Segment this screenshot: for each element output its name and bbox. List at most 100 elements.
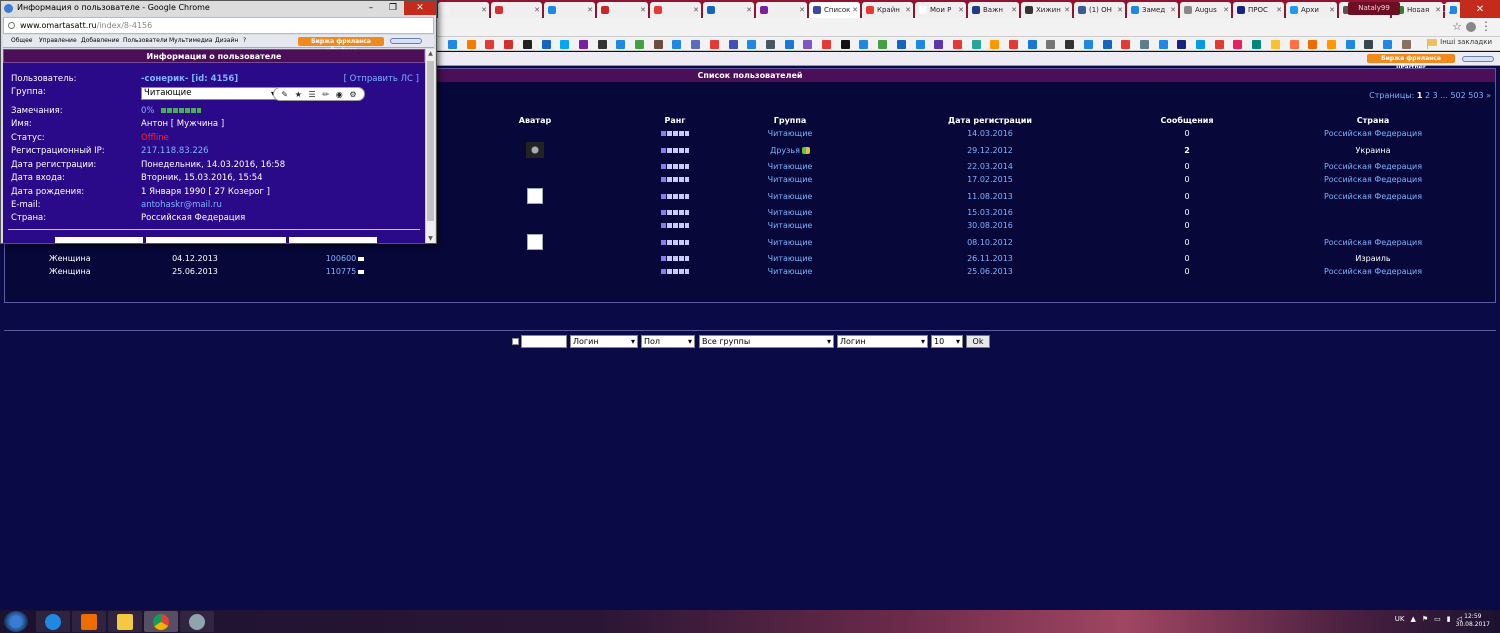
browser-tab[interactable]: Хижин ✕ xyxy=(1021,2,1072,18)
popup-menu-item[interactable]: Общее xyxy=(11,37,32,44)
tab-close-icon[interactable]: ✕ xyxy=(850,6,860,14)
browser-tab[interactable]: ✕ xyxy=(491,2,542,18)
bookmark-icon[interactable] xyxy=(578,40,588,49)
filter-gender-select[interactable]: Пол xyxy=(641,335,695,348)
filter-count-select[interactable]: 10 xyxy=(931,335,963,348)
network-icon[interactable]: ▮ xyxy=(1447,615,1451,623)
avatar[interactable] xyxy=(527,234,543,250)
popup-menu-item[interactable]: Дизайн xyxy=(215,37,238,44)
browser-tab[interactable]: ПРОС ✕ xyxy=(1233,2,1284,18)
col-avatar[interactable]: Аватар xyxy=(445,114,625,126)
bookmark-icon[interactable] xyxy=(1139,40,1149,49)
user-number-link[interactable]: 110775 xyxy=(326,267,357,276)
bookmark-icon[interactable] xyxy=(1046,40,1056,49)
popup-action-button[interactable] xyxy=(55,237,143,243)
filter-checkbox[interactable] xyxy=(512,338,519,345)
bookmark-icon[interactable] xyxy=(896,40,906,49)
tab-close-icon[interactable]: ✕ xyxy=(585,6,595,14)
browser-tab[interactable]: Архи ✕ xyxy=(1286,2,1337,18)
chrome-app[interactable] xyxy=(144,611,178,632)
other-bookmarks[interactable]: Інші закладки xyxy=(1428,38,1492,46)
bookmark-icon[interactable] xyxy=(485,40,495,49)
tray-up-icon[interactable]: ▲ xyxy=(1410,615,1415,623)
bookmark-icon[interactable] xyxy=(1383,40,1392,49)
bookmark-icon[interactable] xyxy=(1121,40,1131,49)
explorer-app[interactable] xyxy=(108,611,142,632)
page-link[interactable]: 503 xyxy=(1468,91,1483,100)
browser-tab[interactable]: Список ✕ xyxy=(809,2,860,18)
pencil-icon[interactable]: ✏ xyxy=(322,90,329,99)
bookmark-icon[interactable] xyxy=(1009,40,1018,49)
tab-close-icon[interactable]: ✕ xyxy=(797,6,807,14)
ie-app[interactable] xyxy=(36,611,70,632)
bookmark-icon[interactable] xyxy=(672,40,682,49)
bookmark-icon[interactable] xyxy=(1345,40,1355,49)
bookmark-icon[interactable] xyxy=(1364,40,1374,49)
page-link[interactable]: ... xyxy=(1440,91,1448,100)
bookmark-icon[interactable] xyxy=(541,40,551,49)
popup-menu-item[interactable]: Управление xyxy=(39,37,77,44)
group-cell[interactable]: Читающие xyxy=(725,232,855,252)
popup-freelance-button[interactable]: Биржа фриланса uPartner xyxy=(298,37,384,54)
group-cell[interactable]: Друзья xyxy=(725,140,855,160)
bookmark-icon[interactable] xyxy=(784,40,794,49)
start-button[interactable] xyxy=(4,611,28,632)
bookmark-icon[interactable] xyxy=(691,40,701,49)
tab-close-icon[interactable]: ✕ xyxy=(479,6,489,14)
popup-minimize-button[interactable]: – xyxy=(360,1,382,15)
user-number-link[interactable]: 100600 xyxy=(326,254,357,263)
tab-close-icon[interactable]: ✕ xyxy=(1274,6,1284,14)
bookmark-icon[interactable] xyxy=(560,40,570,49)
tab-close-icon[interactable]: ✕ xyxy=(1009,6,1019,14)
flag-icon[interactable]: ⚑ xyxy=(1422,615,1428,623)
bookmark-icon[interactable] xyxy=(1326,40,1336,49)
bookmark-icon[interactable] xyxy=(1177,40,1187,49)
chrome-menu-icon[interactable]: ⋮ xyxy=(1480,19,1492,33)
page-link[interactable]: » xyxy=(1486,91,1491,100)
page-link[interactable]: 3 xyxy=(1433,91,1438,100)
avatar[interactable] xyxy=(526,142,544,158)
freelance-button[interactable]: Биржа фриланса uPartner xyxy=(1367,54,1455,71)
tab-close-icon[interactable]: ✕ xyxy=(638,6,648,14)
bookmark-icon[interactable] xyxy=(840,40,850,49)
browser-tab[interactable]: Augus ✕ xyxy=(1180,2,1231,18)
popup-menu-item[interactable]: Пользователи xyxy=(123,37,168,44)
browser-tab[interactable]: ✕ xyxy=(597,2,648,18)
admin-slider[interactable] xyxy=(1462,56,1494,62)
media-app[interactable] xyxy=(72,611,106,632)
filter-ok-button[interactable]: Ok xyxy=(966,335,990,348)
filter-group-select[interactable]: Все группы xyxy=(699,335,834,348)
browser-tab[interactable]: (1) ОН ✕ xyxy=(1074,2,1125,18)
tab-close-icon[interactable]: ✕ xyxy=(903,6,913,14)
message-icon[interactable] xyxy=(358,269,365,274)
profile-button[interactable]: Nataly99 xyxy=(1348,2,1400,15)
group-cell[interactable]: Читающие xyxy=(725,206,855,219)
bookmark-icon[interactable] xyxy=(878,40,888,49)
bookmark-icon[interactable] xyxy=(466,40,476,49)
list-icon[interactable]: ☰ xyxy=(309,90,316,99)
group-cell[interactable]: Читающие xyxy=(725,219,855,232)
bookmark-icon[interactable] xyxy=(934,40,944,49)
bookmark-icon[interactable] xyxy=(1252,40,1262,49)
popup-close-button[interactable]: ✕ xyxy=(404,1,436,15)
popup-action-button[interactable] xyxy=(146,237,286,243)
tab-close-icon[interactable]: ✕ xyxy=(1221,6,1231,14)
bookmark-icon[interactable] xyxy=(653,40,663,49)
bookmark-icon[interactable] xyxy=(915,40,925,49)
bookmark-icon[interactable] xyxy=(1083,40,1093,49)
browser-tab[interactable]: Крайн ✕ xyxy=(862,2,913,18)
scroll-thumb[interactable] xyxy=(427,61,434,221)
bookmark-icon[interactable] xyxy=(522,40,532,49)
bookmark-icon[interactable] xyxy=(504,40,514,49)
bookmark-icon[interactable] xyxy=(859,40,869,49)
clock[interactable]: 12:59 30.08.2017 xyxy=(1456,613,1490,629)
page-link[interactable]: 502 xyxy=(1450,91,1465,100)
avatar[interactable] xyxy=(527,188,543,204)
bookmark-icon[interactable] xyxy=(952,40,962,49)
filter-sort-select[interactable]: Логин xyxy=(837,335,928,348)
bookmark-icon[interactable] xyxy=(1308,40,1318,49)
bookmark-icon[interactable] xyxy=(747,40,757,49)
popup-action-button[interactable] xyxy=(289,237,377,243)
bookmark-icon[interactable] xyxy=(709,40,719,49)
send-pm-link[interactable]: [ Отправить ЛС ] xyxy=(344,74,419,84)
